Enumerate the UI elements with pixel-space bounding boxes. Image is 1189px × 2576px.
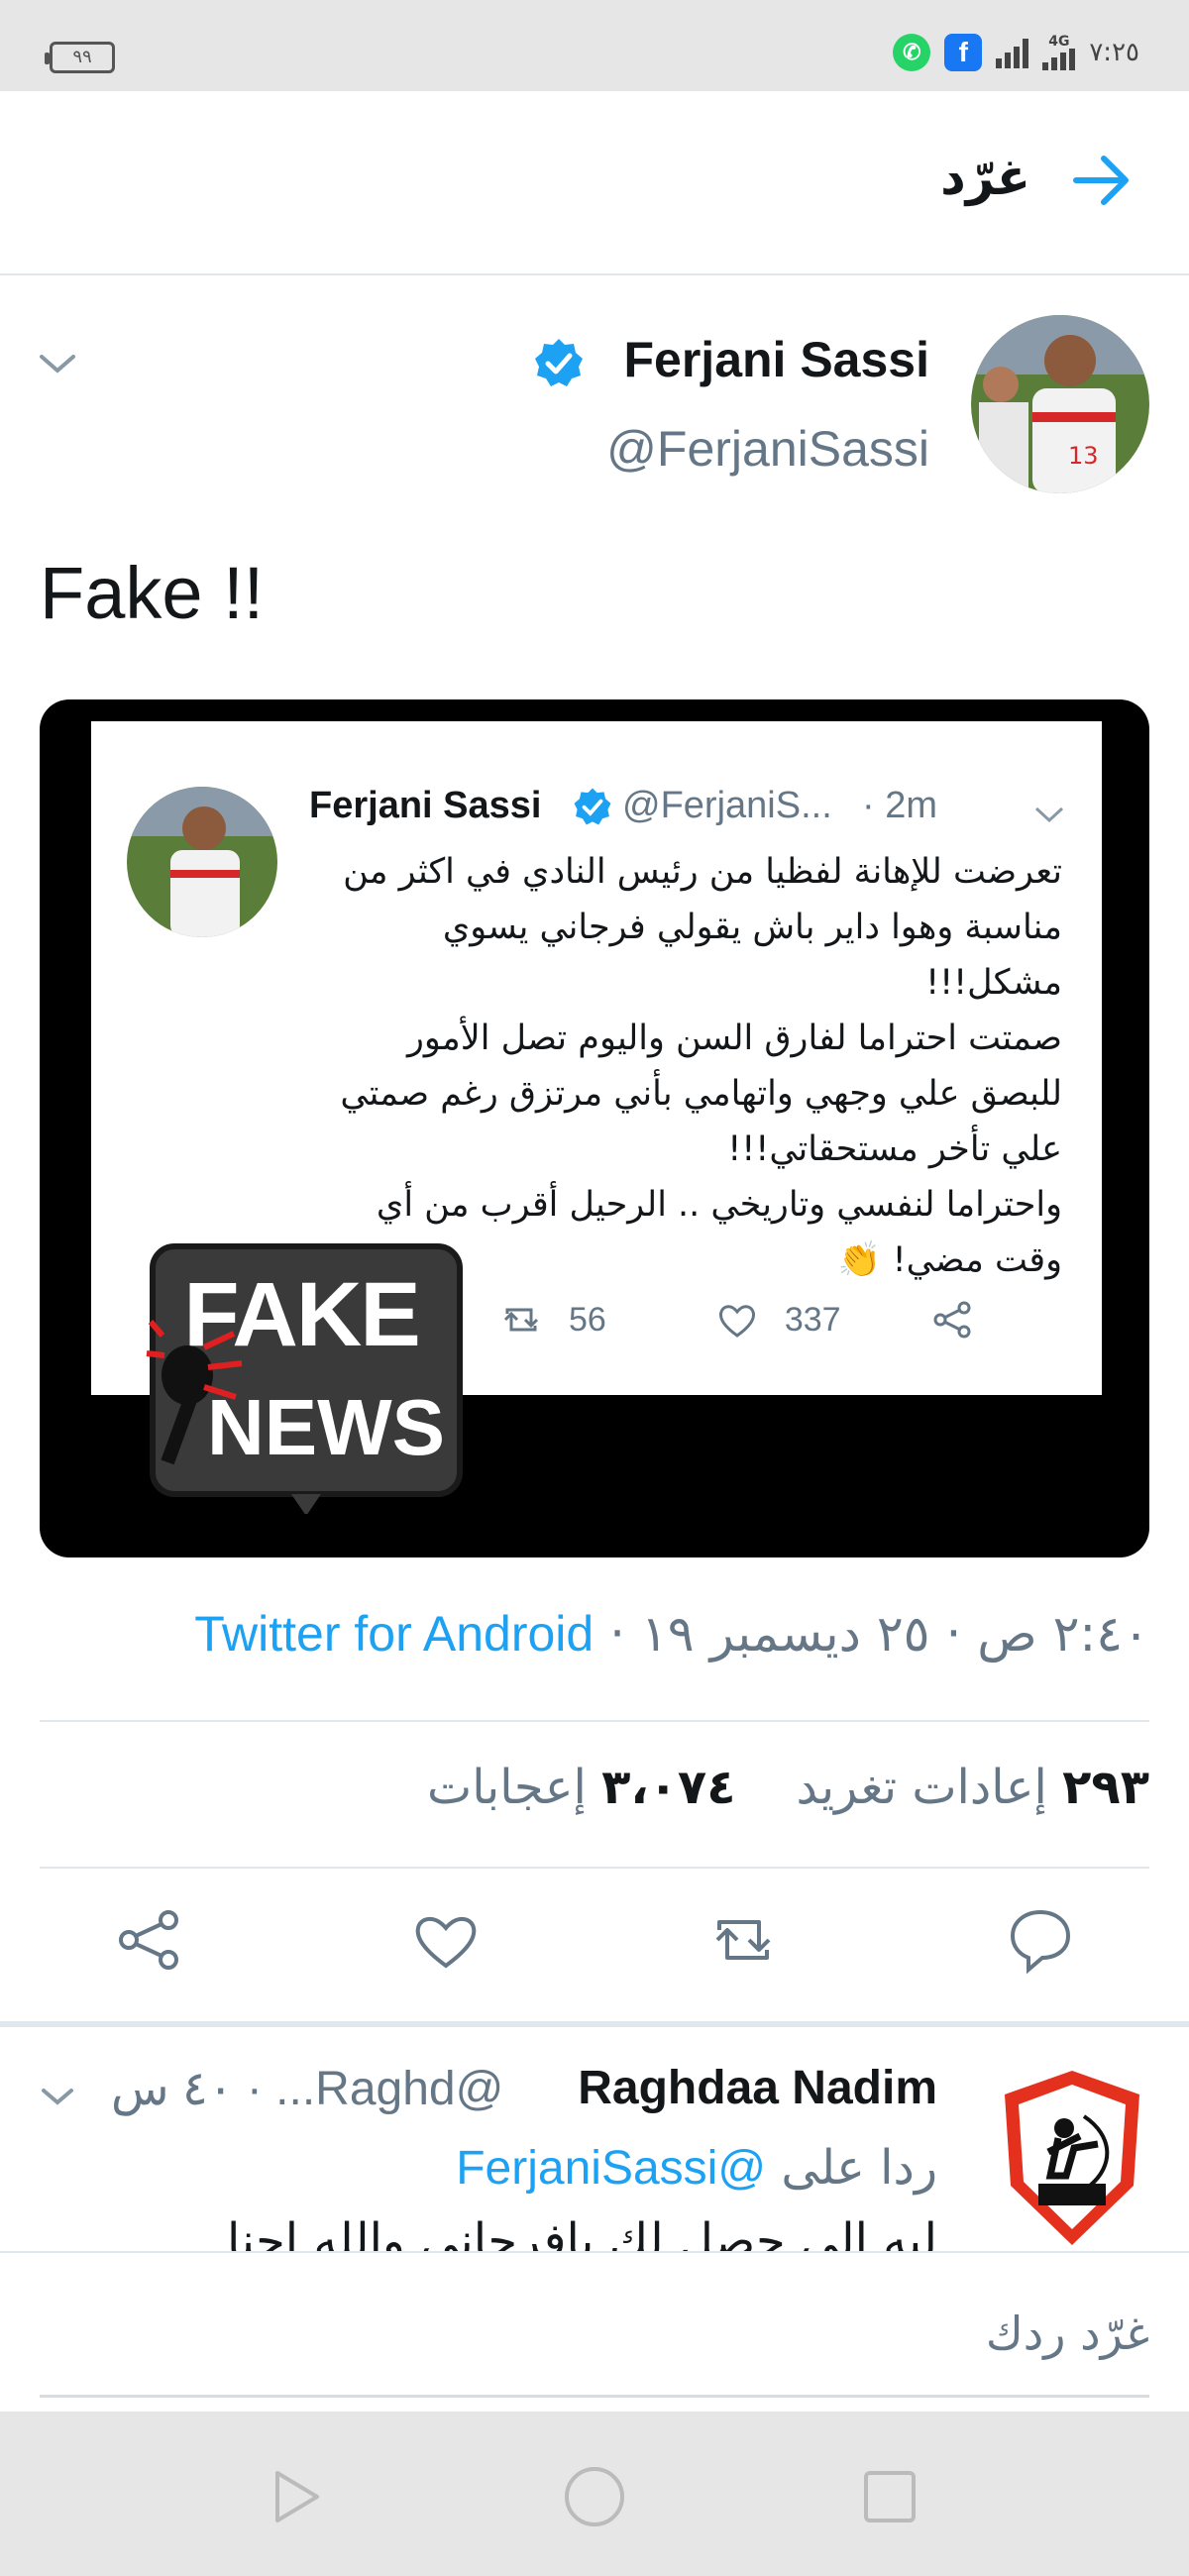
replying-to-handle[interactable]: @FerjaniSassi xyxy=(456,2142,766,2195)
retweet-icon xyxy=(503,1308,539,1332)
likes-label[interactable]: إعجابات xyxy=(427,1760,587,1815)
reply-text: ليه الي حصل لك يافرجاني والله احنا xyxy=(226,2213,937,2251)
embedded-actions: 56 337 xyxy=(497,1296,976,1343)
reply-avatar[interactable] xyxy=(995,2067,1149,2249)
embedded-line: صمتت احتراما لفارق السن واليوم تصل الأمو… xyxy=(407,1019,1062,1058)
divider xyxy=(40,1720,1149,1722)
app-header: غرّد xyxy=(0,91,1189,275)
section-separator xyxy=(0,2021,1189,2027)
fake-label: FAKE xyxy=(183,1264,418,1365)
embedded-avatar xyxy=(127,787,277,937)
divider xyxy=(40,1867,1149,1869)
reply-compose-box[interactable]: غرّد ردك xyxy=(0,2251,1189,2412)
tweet-media[interactable]: Ferjani Sassi @FerjaniS... · 2m تعرضت لل… xyxy=(40,699,1149,1557)
compose-underline xyxy=(40,2395,1149,2398)
compose-placeholder[interactable]: غرّد ردك xyxy=(986,2307,1149,2360)
battery-icon: ٩٩ xyxy=(45,42,115,73)
author-avatar[interactable]: 13 xyxy=(971,315,1149,493)
embedded-line: للبصق علي وجهي واتهامي بأني مرتزق رغم صم… xyxy=(340,1074,1062,1114)
retweet-icon[interactable] xyxy=(707,1904,779,1976)
whatsapp-icon: ✆ xyxy=(893,34,931,71)
tweet-source-link[interactable]: Twitter for Android xyxy=(194,1606,594,1662)
tweet-stats: ٢٩٣ إعادات تغريد ٣،٠٧٤ إعجابات xyxy=(427,1760,1149,1815)
page-title: غرّد xyxy=(940,149,1030,206)
embedded-time: · 2m xyxy=(862,785,937,826)
embedded-line: مناسبة وهوا داير باش يقولي فرجاني يسوي xyxy=(442,908,1062,947)
embedded-chevron-down-icon xyxy=(1034,806,1064,823)
reply-author-name[interactable]: Raghdaa Nadim xyxy=(578,2061,937,2115)
network-indicator: 4G xyxy=(1042,34,1076,70)
status-icons: ✆ f 4G ٧:٢٥ xyxy=(893,34,1139,71)
verified-badge-icon xyxy=(535,339,583,386)
author-handle[interactable]: @FerjaniSassi xyxy=(606,420,929,478)
share-icon[interactable] xyxy=(113,1904,184,1976)
clock: ٧:٢٥ xyxy=(1089,38,1139,67)
likes-count[interactable]: ٣،٠٧٤ xyxy=(601,1760,735,1815)
replying-to-label: ردا على xyxy=(781,2140,937,2196)
heart-icon[interactable] xyxy=(410,1904,482,1976)
retweets-label[interactable]: إعادات تغريد xyxy=(797,1760,1047,1815)
reply-icon[interactable] xyxy=(1005,1904,1076,1976)
tweet-metadata: ٢:٤٠ ص · ٢٥ ديسمبر ١٩ · Twitter for Andr… xyxy=(194,1605,1149,1663)
embedded-author-name: Ferjani Sassi xyxy=(309,785,542,826)
tweet-text: Fake !! xyxy=(40,552,265,634)
embedded-line: علي تأخر مستحقاتي!!! xyxy=(727,1129,1062,1169)
signal-icon xyxy=(996,37,1029,68)
back-triangle-icon[interactable] xyxy=(264,2465,327,2528)
signal-icon-2 xyxy=(1042,49,1076,70)
navigation-bar xyxy=(0,2412,1189,2576)
embedded-tweet-text: تعرضت للإهانة لفظيا من رئيس النادي في اك… xyxy=(289,844,1062,1288)
share-icon xyxy=(933,1301,971,1339)
embedded-line: تعرضت للإهانة لفظيا من رئيس النادي في اك… xyxy=(343,852,1062,892)
replying-to: ردا على @FerjaniSassi xyxy=(456,2140,937,2196)
retweets-count[interactable]: ٢٩٣ xyxy=(1062,1760,1149,1815)
heart-icon xyxy=(718,1305,755,1338)
news-label: NEWS xyxy=(207,1383,445,1471)
reply-author-handle[interactable]: @Raghd... · ٤٠ س xyxy=(111,2061,503,2116)
facebook-icon: f xyxy=(944,34,983,71)
recents-square-icon[interactable] xyxy=(858,2465,921,2528)
status-bar: ٩٩ ✆ f 4G ٧:٢٥ xyxy=(0,0,1189,91)
embedded-like-count: 337 xyxy=(784,1300,841,1339)
chevron-down-icon[interactable] xyxy=(38,2083,77,2110)
arrow-icon[interactable] xyxy=(1070,149,1134,212)
author-name[interactable]: Ferjani Sassi xyxy=(624,331,930,388)
fake-news-badge-icon: FAKE NEWS xyxy=(146,1243,463,1514)
embedded-verified-icon xyxy=(574,788,611,825)
home-circle-icon[interactable] xyxy=(563,2465,626,2528)
svg-text:13: 13 xyxy=(1068,442,1099,470)
embedded-author-handle: @FerjaniS... xyxy=(622,785,832,826)
tweet-actions xyxy=(0,1904,1189,2023)
network-type: 4G xyxy=(1048,34,1070,50)
embedded-line: واحتراما لنفسي وتاريخي .. الرحيل أقرب من… xyxy=(376,1185,1062,1225)
battery-level: ٩٩ xyxy=(72,47,92,67)
embedded-retweet-count: 56 xyxy=(569,1300,606,1339)
tweet-timestamp: ٢:٤٠ ص · ٢٥ ديسمبر ١٩ xyxy=(640,1605,1149,1663)
embedded-line: مشكل!!! xyxy=(925,963,1062,1003)
chevron-down-icon[interactable] xyxy=(36,349,79,378)
metadata-separator: · xyxy=(609,1605,626,1663)
